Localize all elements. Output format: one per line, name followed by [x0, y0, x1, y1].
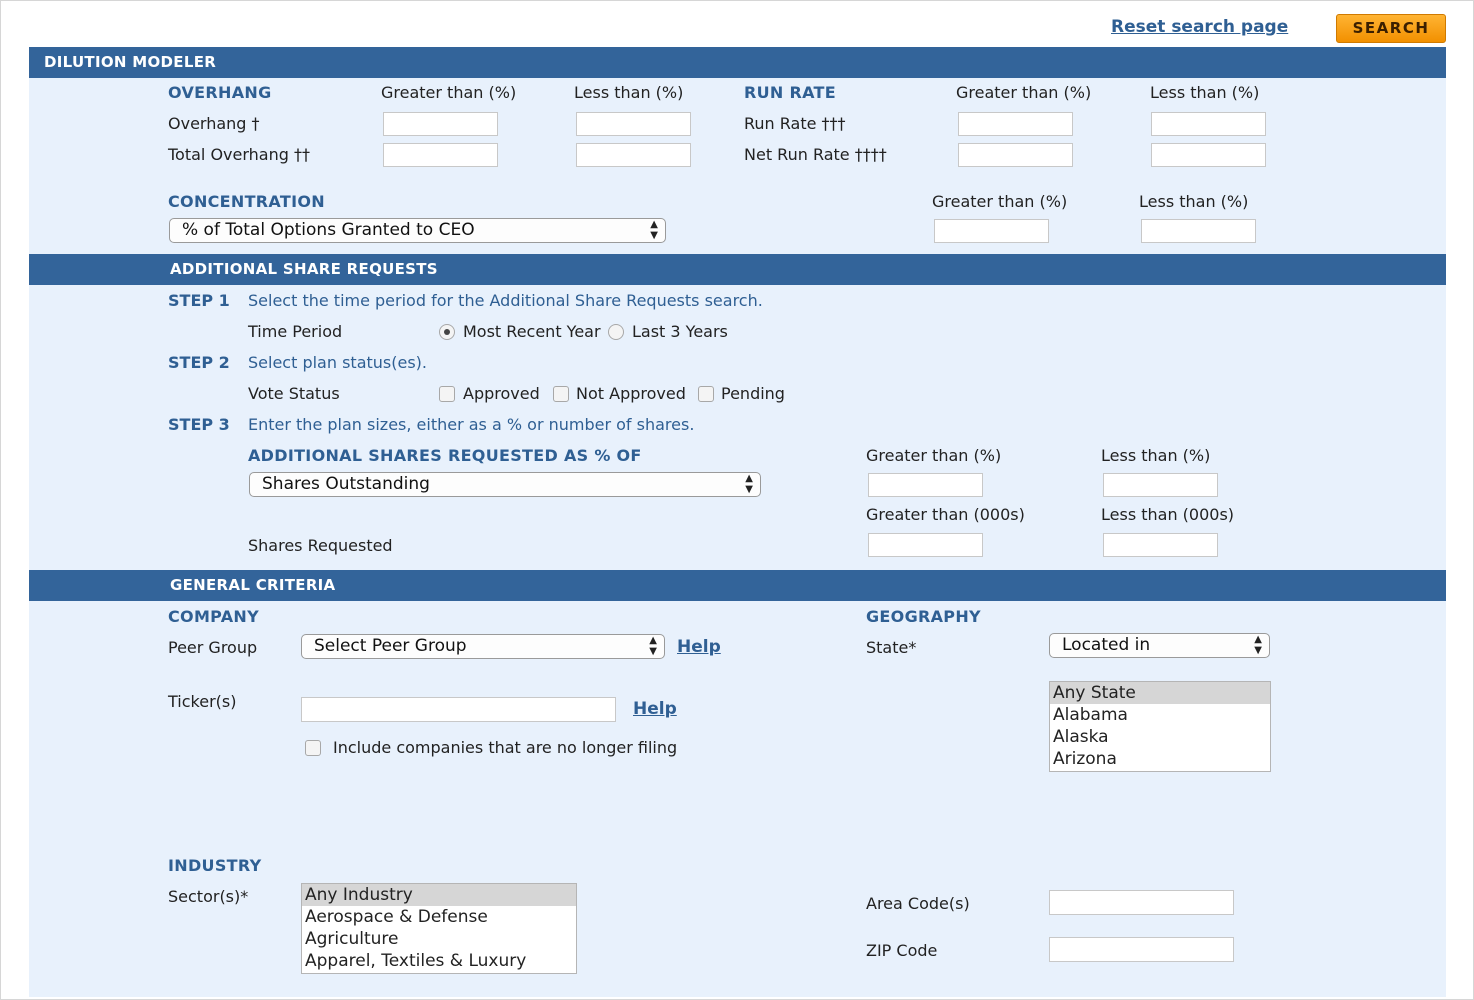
- reset-search-link[interactable]: Reset search page: [1111, 17, 1288, 37]
- select-arrows-icon: ▲ ▼: [649, 635, 657, 657]
- concentration-select-value: % of Total Options Granted to CEO: [182, 220, 475, 240]
- dilution-header: DILUTION MODELER: [29, 47, 1446, 78]
- step1-label: STEP 1: [168, 291, 230, 310]
- asr-gt-000-header: Greater than (000s): [866, 505, 1025, 524]
- asr-gt-000-input[interactable]: [868, 533, 983, 557]
- general-header: GENERAL CRITERIA: [29, 570, 1446, 601]
- approved-checkbox[interactable]: [439, 386, 455, 402]
- asr-lt-pct-input[interactable]: [1103, 473, 1218, 497]
- state-listbox[interactable]: Any State Alabama Alaska Arizona: [1049, 681, 1271, 772]
- total-overhang-gt-input[interactable]: [383, 143, 498, 167]
- overhang-lt-header: Less than (%): [574, 83, 684, 102]
- concentration-select[interactable]: % of Total Options Granted to CEO ▲ ▼: [169, 218, 666, 243]
- net-run-rate-gt-input[interactable]: [958, 143, 1073, 167]
- asr-lt-pct-header: Less than (%): [1101, 446, 1211, 465]
- step1-text: Select the time period for the Additiona…: [248, 291, 763, 310]
- concentration-gt-header: Greater than (%): [932, 192, 1068, 211]
- time-period-label: Time Period: [248, 322, 343, 341]
- net-run-rate-label: Net Run Rate ††††: [744, 145, 887, 164]
- sector-listbox[interactable]: Any Industry Aerospace & Defense Agricul…: [301, 883, 577, 974]
- geography-heading: GEOGRAPHY: [866, 607, 981, 626]
- state-option[interactable]: Alaska: [1050, 726, 1270, 748]
- pending-checkbox[interactable]: [698, 386, 714, 402]
- search-button[interactable]: SEARCH: [1336, 14, 1446, 43]
- net-run-rate-lt-input[interactable]: [1151, 143, 1266, 167]
- state-located-select[interactable]: Located in ▲ ▼: [1049, 633, 1270, 658]
- asr-lt-000-header: Less than (000s): [1101, 505, 1235, 524]
- pending-label: Pending: [721, 384, 785, 403]
- general-title: GENERAL CRITERIA: [170, 576, 336, 594]
- concentration-gt-input[interactable]: [934, 219, 1049, 243]
- step3-label: STEP 3: [168, 415, 230, 434]
- overhang-heading: OVERHANG: [168, 83, 272, 102]
- asr-title: ADDITIONAL SHARE REQUESTS: [170, 260, 438, 278]
- peer-group-label: Peer Group: [168, 638, 258, 657]
- peer-group-select[interactable]: Select Peer Group ▲ ▼: [301, 634, 665, 659]
- overhang-gt-header: Greater than (%): [381, 83, 517, 102]
- select-arrows-icon: ▲ ▼: [650, 219, 658, 241]
- state-option[interactable]: Any State: [1050, 682, 1270, 704]
- step3-text: Enter the plan sizes, either as a % or n…: [248, 415, 695, 434]
- peer-group-select-value: Select Peer Group: [314, 636, 467, 656]
- state-option[interactable]: Arizona: [1050, 748, 1270, 770]
- state-located-select-value: Located in: [1062, 635, 1151, 655]
- peer-group-help-link[interactable]: Help: [677, 637, 721, 657]
- area-code-label: Area Code(s): [866, 894, 970, 913]
- concentration-lt-input[interactable]: [1141, 219, 1256, 243]
- select-arrows-icon: ▲ ▼: [745, 473, 753, 495]
- sector-option[interactable]: Agriculture: [302, 928, 576, 950]
- overhang-gt-input[interactable]: [383, 112, 498, 136]
- run-rate-lt-input[interactable]: [1151, 112, 1266, 136]
- most-recent-year-label: Most Recent Year: [463, 322, 601, 341]
- most-recent-year-radio[interactable]: [439, 324, 455, 340]
- asr-header: ADDITIONAL SHARE REQUESTS: [29, 254, 1446, 285]
- total-overhang-lt-input[interactable]: [576, 143, 691, 167]
- concentration-heading: CONCENTRATION: [168, 192, 325, 211]
- last-3-years-radio[interactable]: [608, 324, 624, 340]
- run-rate-gt-input[interactable]: [958, 112, 1073, 136]
- run-rate-lt-header: Less than (%): [1150, 83, 1260, 102]
- company-heading: COMPANY: [168, 607, 259, 626]
- not-approved-label: Not Approved: [576, 384, 686, 403]
- last-3-years-label: Last 3 Years: [632, 322, 728, 341]
- not-approved-checkbox[interactable]: [553, 386, 569, 402]
- include-inactive-label: Include companies that are no longer fil…: [333, 738, 678, 757]
- sector-option[interactable]: Any Industry: [302, 884, 576, 906]
- asr-gt-pct-input[interactable]: [868, 473, 983, 497]
- asr-lt-000-input[interactable]: [1103, 533, 1218, 557]
- dilution-title: DILUTION MODELER: [44, 53, 217, 71]
- sector-option[interactable]: Apparel, Textiles & Luxury Goods: [302, 950, 576, 972]
- run-rate-gt-header: Greater than (%): [956, 83, 1092, 102]
- total-overhang-label: Total Overhang ††: [168, 145, 310, 164]
- state-option[interactable]: Alabama: [1050, 704, 1270, 726]
- step2-text: Select plan status(es).: [248, 353, 427, 372]
- area-code-input[interactable]: [1049, 890, 1234, 915]
- state-label: State*: [866, 638, 917, 657]
- run-rate-heading: RUN RATE: [744, 83, 836, 102]
- asr-panel: [29, 285, 1446, 570]
- zip-code-label: ZIP Code: [866, 941, 938, 960]
- vote-status-label: Vote Status: [248, 384, 340, 403]
- asr-gt-pct-header: Greater than (%): [866, 446, 1002, 465]
- step2-label: STEP 2: [168, 353, 230, 372]
- sector-label: Sector(s)*: [168, 887, 249, 906]
- approved-label: Approved: [463, 384, 540, 403]
- shares-outstanding-select[interactable]: Shares Outstanding ▲ ▼: [249, 472, 761, 497]
- shares-outstanding-select-value: Shares Outstanding: [262, 474, 430, 494]
- pct-of-heading: ADDITIONAL SHARES REQUESTED AS % OF: [248, 446, 642, 465]
- overhang-lt-input[interactable]: [576, 112, 691, 136]
- sector-option[interactable]: Aerospace & Defense: [302, 906, 576, 928]
- zip-code-input[interactable]: [1049, 937, 1234, 962]
- shares-requested-label: Shares Requested: [248, 536, 393, 555]
- overhang-label: Overhang †: [168, 114, 260, 133]
- ticker-input[interactable]: [301, 697, 616, 722]
- run-rate-label: Run Rate †††: [744, 114, 846, 133]
- concentration-lt-header: Less than (%): [1139, 192, 1249, 211]
- industry-heading: INDUSTRY: [168, 856, 262, 875]
- select-arrows-icon: ▲ ▼: [1254, 634, 1262, 656]
- include-inactive-checkbox[interactable]: [305, 740, 321, 756]
- ticker-help-link[interactable]: Help: [633, 699, 677, 719]
- ticker-label: Ticker(s): [168, 692, 237, 711]
